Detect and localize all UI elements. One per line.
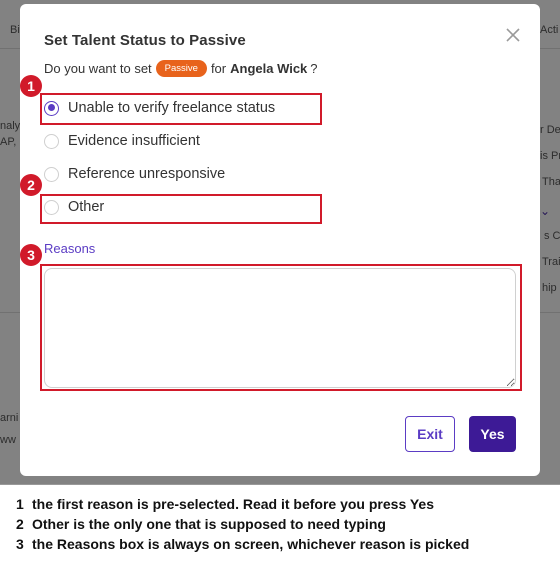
reason-option-reference-unresponsive[interactable]: Reference unresponsive: [44, 166, 225, 182]
annotation-marker: 1: [20, 75, 42, 97]
note-number: 2: [16, 516, 24, 532]
talent-name: Angela Wick: [230, 61, 308, 76]
note-text: Other is the only one that is supposed t…: [32, 516, 386, 532]
reason-option-evidence-insufficient[interactable]: Evidence insufficient: [44, 133, 200, 149]
modal-title: Set Talent Status to Passive: [44, 32, 246, 49]
annotation-note: 2 Other is the only one that is supposed…: [0, 514, 560, 534]
question-for: for: [210, 61, 227, 76]
annotation-highlight-reasons: [40, 264, 522, 391]
close-icon: [506, 28, 520, 42]
close-button[interactable]: [502, 24, 524, 46]
reason-option-label: Evidence insufficient: [68, 133, 200, 149]
question-prefix: Do you want to set: [44, 61, 152, 76]
note-text: the Reasons box is always on screen, whi…: [32, 536, 470, 552]
confirmation-question: Do you want to set Passive for Angela Wi…: [44, 60, 318, 77]
annotation-marker: 3: [20, 244, 42, 266]
status-badge: Passive: [155, 60, 207, 77]
radio-button[interactable]: [44, 133, 59, 149]
annotation-marker: 2: [20, 174, 42, 196]
reasons-label: Reasons: [44, 241, 96, 256]
question-suffix: ?: [310, 61, 318, 76]
annotation-highlight-other: [40, 194, 322, 224]
note-number: 1: [16, 496, 24, 512]
set-status-modal: Set Talent Status to Passive Do you want…: [20, 4, 540, 476]
screenshot: Bi Acti naly AP, r De is Pr Tha ⌄ s Co T…: [0, 0, 560, 484]
annotation-note: 3 the Reasons box is always on screen, w…: [0, 534, 560, 554]
annotation-highlight-first-reason: [40, 93, 322, 125]
reason-option-label: Reference unresponsive: [68, 166, 226, 182]
exit-button[interactable]: Exit: [405, 416, 455, 452]
annotation-note: 1 the first reason is pre-selected. Read…: [0, 494, 560, 514]
note-text: the first reason is pre-selected. Read i…: [32, 496, 435, 512]
annotation-notes: 1 the first reason is pre-selected. Read…: [0, 484, 560, 564]
note-number: 3: [16, 536, 24, 552]
yes-button[interactable]: Yes: [469, 416, 516, 452]
radio-button[interactable]: [44, 166, 59, 182]
